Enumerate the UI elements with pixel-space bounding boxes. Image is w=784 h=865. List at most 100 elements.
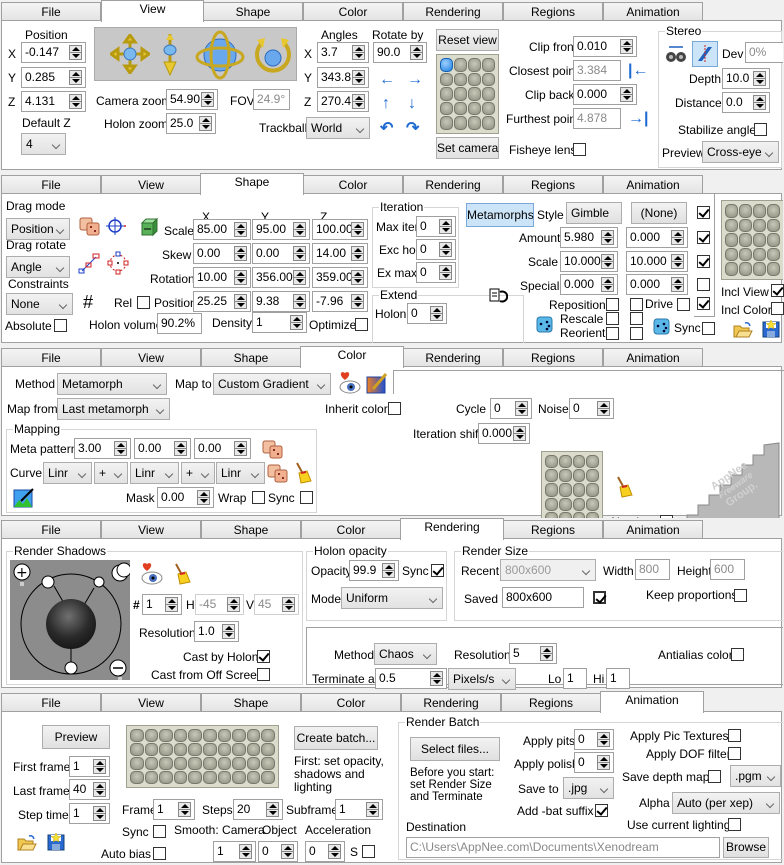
rescale-checkbox[interactable] [606, 312, 619, 325]
apply-polish-input[interactable]: 0 [574, 752, 614, 773]
curve-op-2-select[interactable]: + [181, 462, 215, 484]
tab-shape[interactable]: Shape [203, 2, 303, 21]
tab-shape[interactable]: Shape [200, 173, 304, 195]
tab-regions[interactable]: Regions [503, 175, 603, 194]
rotate-handles-icon[interactable] [78, 251, 102, 275]
tab-file[interactable]: File [1, 693, 101, 712]
tab-rendering[interactable]: Rendering [400, 518, 504, 540]
amount-1-input[interactable]: 5.980 [560, 227, 618, 248]
holon-zoom-input[interactable]: 25.0 [166, 113, 216, 134]
random-dice-blue-icon[interactable] [535, 314, 555, 334]
reorient-checkbox[interactable] [606, 327, 619, 340]
set-camera-button[interactable]: Set camera [436, 137, 499, 159]
tab-rendering[interactable]: Rendering [403, 2, 503, 21]
gradient-strip[interactable] [393, 370, 784, 394]
rotate-down-icon[interactable]: ↓ [408, 96, 416, 112]
style-primary-button[interactable]: Gimble [566, 202, 622, 224]
position-y-input[interactable]: 9.38 [252, 291, 310, 312]
default-z-select[interactable]: 4 [21, 133, 66, 155]
sync-checkbox[interactable] [153, 825, 166, 838]
reset-view-button[interactable]: Reset view [436, 29, 499, 51]
wrap-checkbox[interactable] [252, 491, 265, 504]
cycle-input[interactable]: 0 [490, 398, 532, 419]
tab-view[interactable]: View [101, 693, 201, 712]
view-preset-grid[interactable] [436, 54, 499, 134]
keyframe-grid[interactable] [126, 725, 279, 788]
save-to-select[interactable]: .jpg [563, 777, 614, 799]
method-select[interactable]: Metamorph [57, 373, 167, 395]
select-files-button[interactable]: Select files... [410, 737, 500, 761]
frame-input[interactable]: 1 [153, 799, 195, 820]
trackball-select[interactable]: World [306, 117, 370, 139]
render-method-select[interactable]: Chaos [374, 643, 437, 665]
special-1-input[interactable]: 0.000 [560, 274, 618, 295]
depth-input[interactable]: 10.0 [722, 68, 770, 89]
meta-scale-1-input[interactable]: 10.000 [560, 251, 618, 272]
tab-rendering[interactable]: Rendering [403, 175, 503, 194]
tab-animation[interactable]: Animation [603, 348, 703, 367]
drive-checkbox[interactable] [677, 298, 690, 311]
acceleration-input[interactable]: 0 [305, 841, 345, 862]
hi-field[interactable]: 1 [606, 668, 630, 689]
create-batch-button[interactable]: Create batch... [294, 726, 378, 750]
rotate-up-icon[interactable]: ↑ [382, 96, 390, 112]
position-y-input[interactable]: 0.285 [21, 67, 86, 88]
angle-z-input[interactable]: 270.4 [317, 91, 369, 112]
tab-view[interactable]: View [101, 175, 201, 194]
antialias-color-checkbox[interactable] [731, 648, 744, 661]
tab-shape[interactable]: Shape [201, 693, 301, 712]
clear-color-broom-icon[interactable] [612, 475, 634, 499]
angle-x-input[interactable]: 3.7 [317, 42, 369, 63]
add-bat-suffix-checkbox[interactable] [595, 804, 608, 817]
cast-by-holon-checkbox[interactable] [257, 650, 270, 663]
sync-checkbox[interactable] [702, 322, 715, 335]
opacity-input[interactable]: 99.9 [349, 560, 399, 581]
randomize-curve-icon[interactable] [266, 461, 290, 485]
extra-checkbox[interactable] [697, 297, 710, 310]
meta-pattern-3-input[interactable]: 0.00 [194, 438, 251, 459]
tab-animation[interactable]: Animation [603, 520, 703, 539]
v-input[interactable]: 45 [254, 594, 299, 615]
dev-field[interactable]: 0% [745, 42, 783, 63]
smooth-camera-input[interactable]: 1 [213, 841, 256, 862]
tab-regions[interactable]: Regions [503, 2, 603, 21]
tab-color[interactable]: Color [300, 346, 404, 368]
tab-file[interactable]: File [1, 520, 101, 539]
tab-file[interactable]: File [1, 2, 101, 21]
set-furthest-icon[interactable]: →| [628, 111, 648, 127]
camera-zoom-input[interactable]: 54.90 [166, 89, 218, 110]
tab-view[interactable]: View [101, 0, 204, 22]
absolute-checkbox[interactable] [54, 319, 67, 332]
rotate-cw-icon[interactable]: ↷ [406, 121, 419, 137]
alpha-select[interactable]: Auto (per xep) [672, 792, 780, 814]
save-size-checkbox[interactable] [593, 591, 606, 604]
drag-mode-select[interactable]: Position [6, 218, 70, 240]
step-time-input[interactable]: 1 [69, 803, 110, 824]
density-input[interactable]: 1 [252, 312, 307, 333]
style-secondary-button[interactable]: (None) [631, 202, 687, 224]
shadow-preview-eye-icon[interactable] [140, 562, 164, 586]
save-animation-icon[interactable] [47, 833, 65, 851]
shape-preset-grid[interactable] [721, 200, 783, 280]
tab-color[interactable]: Color [301, 520, 401, 539]
incl-view-checkbox[interactable] [771, 284, 784, 297]
keep-proportions-checkbox[interactable] [734, 589, 747, 602]
tab-color[interactable]: Color [301, 693, 401, 712]
preview-eye-icon[interactable] [338, 371, 362, 395]
skew-y-input[interactable]: 0.00 [252, 243, 310, 264]
mask-input[interactable]: 0.00 [157, 487, 214, 508]
incl-color-checkbox[interactable] [771, 302, 784, 315]
tab-rendering[interactable]: Rendering [403, 348, 503, 367]
randomize-dice-icon[interactable] [79, 215, 101, 237]
cast-off-screen-checkbox[interactable] [257, 668, 270, 681]
move-z-icon[interactable] [155, 32, 185, 76]
scale-x-input[interactable]: 85.00 [193, 219, 251, 240]
recent-select[interactable]: 800x600 [500, 559, 596, 581]
apply-dof-checkbox[interactable] [728, 747, 741, 760]
destination-field[interactable]: C:\Users\AppNee.com\Documents\Xenodream [406, 837, 720, 858]
auto-bias-checkbox[interactable] [153, 847, 166, 860]
open-animation-icon[interactable] [17, 834, 37, 852]
metamorphs-button[interactable]: Metamorphs [466, 203, 534, 227]
rotate-by-input[interactable]: 90.0 [373, 42, 427, 63]
style-enable-checkbox[interactable] [697, 206, 710, 219]
